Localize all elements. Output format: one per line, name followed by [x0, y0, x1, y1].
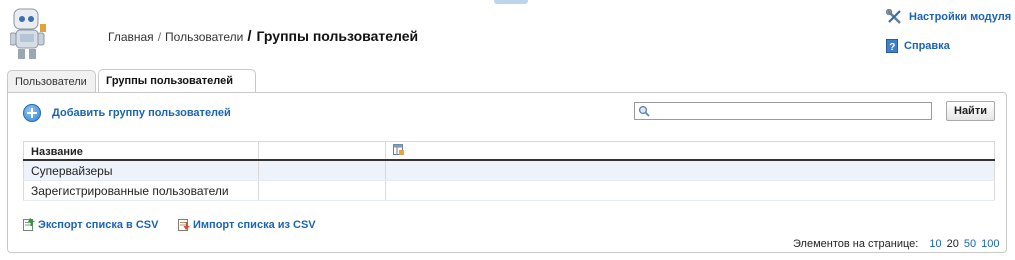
page-size-option-100[interactable]: 100 — [981, 238, 999, 250]
page-size-option-50[interactable]: 50 — [964, 238, 976, 250]
column-settings-cell — [385, 141, 995, 161]
module-settings-link[interactable]: Настройки модуля — [886, 9, 1011, 25]
content-panel: Добавить группу пользователей Найти Назв… — [7, 92, 1007, 253]
page-size-label: Элементов на странице: — [793, 238, 919, 250]
page-size-option-10[interactable]: 10 — [929, 238, 941, 250]
help-label: Справка — [904, 40, 950, 52]
breadcrumb: Главная / Пользователи / Группы пользователе… — [108, 28, 418, 45]
top-ribbon — [494, 0, 528, 4]
robot-mascot-icon — [9, 8, 46, 59]
columns-icon[interactable] — [393, 144, 404, 156]
export-csv-label: Экспорт списка в CSV — [38, 218, 159, 231]
column-header-empty — [258, 141, 386, 161]
import-csv-link[interactable]: Импорт списка из CSV — [178, 218, 316, 231]
page-size-option-20-current: 20 — [946, 238, 959, 250]
table-cell — [258, 160, 386, 181]
table-row[interactable]: Супервайзеры — [23, 160, 995, 181]
help-link[interactable]: ? Справка — [886, 39, 950, 53]
column-header-name[interactable]: Название — [23, 141, 259, 161]
breadcrumb-home[interactable]: Главная — [108, 30, 154, 44]
add-group-label: Добавить группу пользователей — [52, 107, 231, 119]
breadcrumb-users[interactable]: Пользователи — [165, 30, 243, 44]
groups-table: Название Супервайзеры Зарегистрированные… — [23, 141, 995, 201]
module-settings-label: Настройки модуля — [909, 11, 1012, 23]
plus-circle-icon — [23, 104, 41, 122]
export-csv-icon — [23, 218, 35, 231]
table-cell — [385, 160, 995, 181]
breadcrumb-separator: / — [247, 28, 252, 45]
breadcrumb-separator: / — [157, 30, 162, 44]
tab-user-groups[interactable]: Группы пользователей — [98, 69, 256, 93]
magnifier-icon — [638, 105, 650, 117]
add-group-button[interactable]: Добавить группу пользователей — [23, 104, 231, 122]
tab-users[interactable]: Пользователи — [7, 70, 96, 93]
help-book-icon: ? — [886, 39, 898, 53]
table-cell — [385, 180, 995, 201]
svg-text:?: ? — [889, 42, 895, 53]
find-button[interactable]: Найти — [946, 101, 995, 121]
group-name-cell[interactable]: Зарегистрированные пользователи — [23, 180, 259, 201]
page-title: Группы пользователей — [256, 28, 419, 44]
search-box — [634, 102, 932, 120]
table-row[interactable]: Зарегистрированные пользователи — [23, 180, 995, 201]
search-input[interactable] — [651, 103, 929, 119]
tools-icon — [886, 9, 901, 24]
import-csv-icon — [178, 219, 190, 231]
export-csv-link[interactable]: Экспорт списка в CSV — [23, 218, 158, 231]
table-cell — [258, 180, 386, 201]
table-header-row: Название — [23, 141, 995, 161]
group-name-cell[interactable]: Супервайзеры — [23, 160, 259, 181]
import-csv-label: Импорт списка из CSV — [193, 218, 316, 231]
page-size-selector: Элементов на странице: 10 20 50 100 — [793, 238, 999, 250]
app-logo — [9, 6, 48, 62]
